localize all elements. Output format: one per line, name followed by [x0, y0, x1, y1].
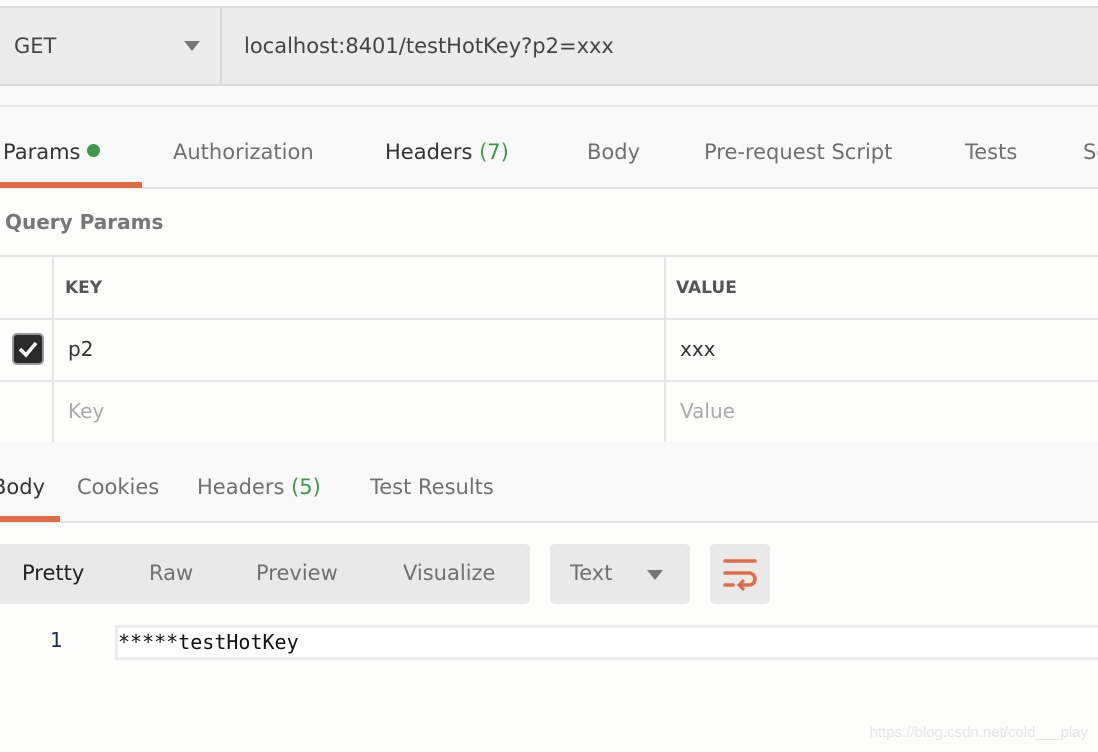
- url-input[interactable]: localhost:8401/testHotKey?p2=xxx: [244, 8, 614, 84]
- params-table: KEY VALUE p2 xxx Key Value: [0, 255, 1098, 444]
- tab-body[interactable]: Body: [587, 140, 640, 164]
- param-value-input[interactable]: xxx: [680, 337, 716, 361]
- tab-label: Headers: [385, 140, 473, 164]
- new-key-input[interactable]: Key: [68, 399, 104, 423]
- active-tab-indicator: [0, 182, 142, 188]
- query-params-title: Query Params: [5, 210, 164, 234]
- tab-tests[interactable]: Tests: [965, 140, 1017, 164]
- format-select[interactable]: Text: [550, 544, 690, 604]
- tab-test-results[interactable]: Test Results: [370, 475, 494, 499]
- response-tabs: Body Cookies Headers (5) Test Results: [0, 442, 1098, 523]
- tab-cookies[interactable]: Cookies: [77, 475, 159, 499]
- param-key-input[interactable]: p2: [68, 337, 93, 361]
- tab-response-body[interactable]: Body: [0, 475, 45, 499]
- tab-authorization[interactable]: Authorization: [173, 140, 314, 164]
- wrap-lines-button[interactable]: [710, 544, 770, 604]
- spacer: [0, 86, 1098, 107]
- preview-button[interactable]: Preview: [256, 561, 338, 585]
- param-enabled-checkbox[interactable]: [12, 333, 44, 365]
- column-header-value: VALUE: [676, 278, 737, 298]
- raw-button[interactable]: Raw: [149, 561, 193, 585]
- visualize-button[interactable]: Visualize: [403, 561, 495, 585]
- tab-pre-request-script[interactable]: Pre-request Script: [704, 140, 892, 164]
- column-header-key: KEY: [65, 278, 103, 298]
- tab-response-headers[interactable]: Headers (5): [197, 475, 321, 499]
- line-number: 1: [50, 628, 63, 652]
- wrap-lines-icon: [723, 559, 757, 592]
- request-tabs: Params Authorization Headers (7) Body Pr…: [0, 107, 1098, 189]
- new-value-input[interactable]: Value: [680, 399, 735, 423]
- tab-headers[interactable]: Headers (7): [385, 140, 509, 164]
- chevron-down-icon[interactable]: [184, 41, 200, 51]
- tab-label: Headers: [197, 475, 285, 499]
- method-label: GET: [14, 34, 57, 58]
- tab-settings[interactable]: Se: [1083, 140, 1098, 164]
- active-tab-indicator: [0, 516, 60, 522]
- watermark: https://blog.csdn.net/cold___play: [869, 724, 1088, 741]
- response-body-line: *****testHotKey: [115, 625, 1098, 660]
- green-dot-icon: [87, 144, 101, 157]
- url-bar: GET localhost:8401/testHotKey?p2=xxx: [0, 6, 1098, 86]
- view-mode-group: Pretty Raw Preview Visualize: [0, 544, 530, 604]
- headers-count: (7): [479, 140, 509, 164]
- headers-count: (5): [291, 475, 321, 499]
- chevron-down-icon: [647, 570, 663, 580]
- tab-label: Params: [3, 140, 81, 164]
- pretty-button[interactable]: Pretty: [22, 561, 84, 585]
- checkmark-icon: [18, 341, 38, 358]
- tab-params[interactable]: Params: [3, 140, 101, 164]
- format-label: Text: [570, 561, 613, 585]
